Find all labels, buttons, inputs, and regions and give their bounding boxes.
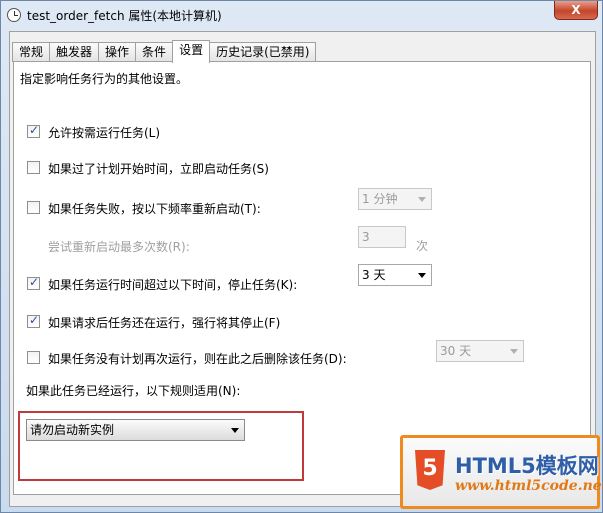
already-running-label: 如果此任务已经运行，以下规则适用(N):	[26, 384, 241, 398]
stop-if-long-label: 如果任务运行时间超过以下时间，停止任务(K):	[48, 278, 298, 292]
delete-task-label: 如果任务没有计划再次运行，则在此之后删除该任务(D):	[48, 352, 347, 366]
clock-icon	[7, 8, 21, 22]
restart-attempts-unit: 次	[416, 239, 429, 253]
delete-task-checkbox[interactable]	[27, 351, 40, 364]
chevron-down-icon	[231, 428, 239, 433]
stop-duration-value: 3 天	[362, 268, 386, 282]
settings-description: 指定影响任务行为的其他设置。	[20, 72, 189, 86]
watermark-title: HTML5模板网	[455, 454, 599, 478]
tab-general[interactable]: 常规	[12, 42, 51, 62]
settings-panel: 指定影响任务行为的其他设置。 允许按需运行任务(L) 如果过了计划开始时间，立即…	[13, 61, 591, 495]
stop-if-long-checkbox[interactable]	[27, 275, 40, 290]
tab-settings[interactable]: 设置	[172, 40, 211, 63]
window-title: test_order_fetch 属性(本地计算机)	[27, 9, 222, 23]
delete-duration-select[interactable]: 30 天	[436, 340, 524, 362]
restart-interval-select[interactable]: 1 分钟	[358, 188, 432, 210]
restart-attempts-value: 3	[362, 230, 370, 244]
allow-on-demand-label: 允许按需运行任务(L)	[48, 126, 161, 140]
tab-actions[interactable]: 操作	[98, 42, 137, 62]
tab-bar: 常规 触发器 操作 条件 设置 历史记录(已禁用)	[12, 40, 317, 63]
force-stop-label: 如果请求后任务还在运行，强行将其停止(F)	[48, 316, 281, 330]
tab-triggers[interactable]: 触发器	[49, 42, 100, 62]
restart-interval-value: 1 分钟	[362, 192, 398, 206]
run-missed-label: 如果过了计划开始时间，立即启动任务(S)	[48, 162, 269, 176]
chevron-down-icon	[510, 349, 518, 354]
watermark-url: www.html5code.net	[455, 478, 603, 494]
restart-attempts-label: 尝试重新启动最多次数(R):	[48, 240, 190, 254]
close-button[interactable]: X	[554, 1, 598, 20]
properties-window: test_order_fetch 属性(本地计算机) X 常规 触发器 操作 条…	[0, 0, 603, 513]
delete-duration-value: 30 天	[440, 344, 472, 358]
restart-on-fail-label: 如果任务失败，按以下频率重新启动(T):	[48, 202, 261, 216]
tab-conditions[interactable]: 条件	[135, 42, 174, 62]
stop-duration-select[interactable]: 3 天	[358, 264, 432, 286]
chevron-down-icon	[418, 273, 426, 278]
watermark-logo: 5 HTML5模板网 www.html5code.net	[400, 435, 603, 509]
tab-history[interactable]: 历史记录(已禁用)	[209, 42, 317, 62]
restart-on-fail-checkbox[interactable]	[27, 201, 40, 214]
already-running-value: 请勿启动新实例	[30, 423, 115, 437]
force-stop-checkbox[interactable]	[27, 313, 40, 328]
already-running-select[interactable]: 请勿启动新实例	[26, 419, 245, 441]
run-missed-checkbox[interactable]	[27, 161, 40, 174]
title-bar[interactable]: test_order_fetch 属性(本地计算机) X	[1, 1, 602, 29]
allow-on-demand-checkbox[interactable]	[27, 123, 40, 138]
html5-shield-icon: 5	[415, 450, 445, 490]
chevron-down-icon	[418, 197, 426, 202]
restart-attempts-input[interactable]: 3	[358, 226, 406, 248]
